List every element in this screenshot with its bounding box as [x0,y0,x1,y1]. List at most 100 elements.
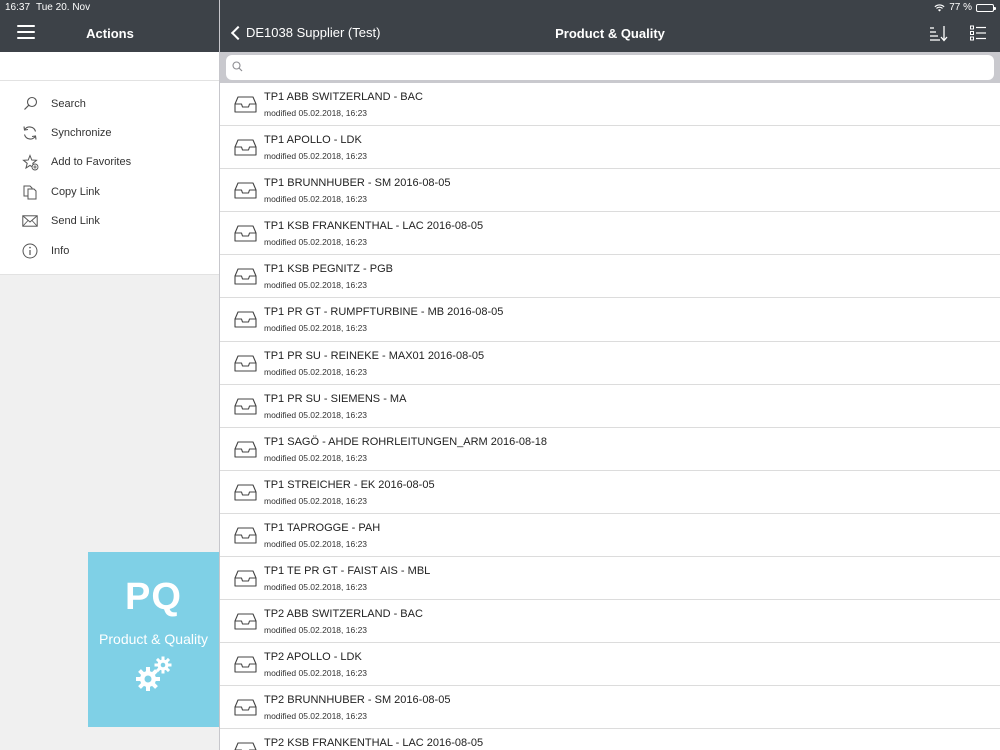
list-view-icon[interactable] [970,25,986,41]
list-item[interactable]: TP1 APOLLO - LDK modified 05.02.2018, 16:… [220,126,1000,170]
list-item-title: TP1 ABB SWITZERLAND - BAC [264,91,423,103]
list-item-modified: modified 05.02.2018, 16:23 [264,409,368,420]
list-item-title: TP1 KSB PEGNITZ - PGB [264,263,393,276]
status-date: Tue 20. Nov [36,2,91,13]
inbox-tray-icon [234,570,257,587]
back-label: DE1038 Supplier (Test) [246,25,381,40]
search-bar [220,52,1000,83]
inbox-tray-icon [234,441,257,458]
list-item[interactable]: TP1 KSB PEGNITZ - PGB modified 05.02.2018… [220,255,1000,299]
list-item[interactable]: TP1 PR SU - REINEKE - MAX01 2016-08-05 mo… [220,341,1000,385]
battery-icon [976,3,996,12]
list-item[interactable]: TP1 KSB FRANKENTHAL - LAC 2016-08-05 modi… [220,212,1000,256]
inbox-tray-icon [234,484,257,501]
sync-icon [21,124,39,142]
inbox-tray-icon [234,139,257,156]
envelope-icon [21,212,39,230]
list-item[interactable]: TP2 APOLLO - LDK modified 05.02.2018, 16:… [220,643,1000,687]
list-item[interactable]: TP1 TE PR GT - FAIST AIS - MBL modified 0… [220,557,1000,601]
sidebar-title: Actions [86,26,134,41]
sort-icon[interactable] [929,24,949,42]
sidebar-item-send-link[interactable]: Send Link [0,207,219,236]
sidebar-item-label: Search [51,97,86,110]
app-logo-name: Product & Quality [99,631,208,647]
list-item[interactable]: TP1 SAGÖ - AHDE ROHRLEITUNGEN_ARM 2016-0… [220,427,1000,471]
sidebar-item-search[interactable]: Search [0,89,219,118]
inbox-tray-icon [234,96,257,113]
list-item-title: TP1 TE PR GT - FAIST AIS - MBL [264,565,431,578]
list-item-modified: modified 05.02.2018, 16:23 [264,668,368,679]
list-item[interactable]: TP1 TAPROGGE - PAH modified 05.02.2018, 1… [220,513,1000,558]
list-item-modified: modified 05.02.2018, 16:23 [264,151,368,162]
split-divider [219,0,220,750]
list-item-modified: modified 05.02.2018, 16:23 [264,237,368,248]
inbox-tray-icon [234,527,257,544]
list-item-modified: modified 05.02.2018, 16:23 [264,495,368,506]
list-item[interactable]: TP1 PR GT - RUMPFTURBINE - MB 2016-08-05… [220,298,1000,342]
list-item[interactable]: TP1 STREICHER - EK 2016-08-05 modified 05… [220,470,1000,514]
sidebar-item-label: Synchronize [51,127,112,140]
list-item-title: TP1 SAGÖ - AHDE ROHRLEITUNGEN_ARM 2016-0… [264,435,548,448]
list-item[interactable]: TP1 PR SU - SIEMENS - MA modified 05.02.2… [220,384,1000,428]
list-item-title: TP2 BRUNNHUBER - SM 2016-08-05 [264,694,451,707]
item-list: TP1 ABB SWITZERLAND - BAC modified 05.02.… [220,83,1000,750]
search-icon [21,95,39,113]
info-icon [21,242,39,260]
gears-icon [88,655,219,698]
inbox-tray-icon [234,398,257,415]
wifi-icon [934,3,945,12]
inbox-tray-icon [234,225,257,242]
list-item-title: TP1 APOLLO - LDK [264,134,362,147]
sidebar-spacer [0,52,219,81]
search-icon [232,61,243,72]
list-item-title: TP2 ABB SWITZERLAND - BAC [264,608,423,621]
list-item[interactable]: TP1 ABB SWITZERLAND - BAC modified 05.02.… [220,83,1000,127]
list-item-title: TP1 BRUNNHUBER - SM 2016-08-05 [264,177,451,190]
list-item-title: TP1 TAPROGGE - PAH [264,521,381,534]
list-item-title: TP1 KSB FRANKENTHAL - LAC 2016-08-05 [264,220,484,233]
sidebar-item-synchronize[interactable]: Synchronize [0,118,219,147]
sidebar-item-label: Copy Link [51,185,100,198]
sidebar-item-copy-link[interactable]: Copy Link [0,177,219,206]
list-item-modified: modified 05.02.2018, 16:23 [264,452,368,463]
status-indicators: 77 % [934,2,996,13]
list-item-title: TP1 PR SU - REINEKE - MAX01 2016-08-05 [264,349,485,362]
list-item-modified: modified 05.02.2018, 16:23 [264,108,368,118]
inbox-tray-icon [234,311,257,329]
copy-icon [21,183,39,201]
inbox-tray-icon [234,699,257,716]
list-item-title: TP2 KSB FRANKENTHAL - LAC 2016-08-05 [264,737,484,750]
list-item-modified: modified 05.02.2018, 16:23 [264,194,368,205]
page-title: Product & Quality [555,26,665,41]
actions-menu: Search Synchronize Add to Favorites Copy… [0,81,219,275]
list-item[interactable]: TP1 BRUNNHUBER - SM 2016-08-05 modified 0… [220,169,1000,213]
list-item[interactable]: TP2 ABB SWITZERLAND - BAC modified 05.02.… [220,600,1000,644]
sidebar-item-label: Add to Favorites [51,156,132,169]
inbox-tray-icon [234,742,257,750]
sidebar-item-label: Info [51,244,70,257]
sidebar-item-add-to-favorites[interactable]: Add to Favorites [0,148,219,177]
list-item-modified: modified 05.02.2018, 16:23 [264,280,368,291]
status-time: 16:37 [5,2,31,13]
list-item[interactable]: TP2 KSB FRANKENTHAL - LAC 2016-08-05 [220,729,1000,750]
top-bar: 16:37 Tue 20. Nov 77 % Actions DE1038 Su… [0,0,1000,52]
sidebar-item-info[interactable]: Info [0,236,219,265]
list-item-modified: modified 05.02.2018, 16:23 [264,711,368,722]
inbox-tray-icon [234,355,257,372]
list-item-title: TP2 APOLLO - LDK [264,651,362,664]
inbox-tray-icon [234,268,257,285]
battery-percent: 77 % [949,2,972,13]
inbox-tray-icon [234,656,257,673]
inbox-tray-icon [234,613,257,630]
sidebar: Search Synchronize Add to Favorites Copy… [0,52,219,750]
hamburger-menu-icon[interactable] [17,25,35,41]
back-button[interactable]: DE1038 Supplier (Test) [229,25,380,40]
search-field[interactable] [226,55,994,80]
list-item-modified: modified 05.02.2018, 16:23 [264,366,368,377]
list-item-title: TP1 PR SU - SIEMENS - MA [264,392,407,405]
list-item-modified: modified 05.02.2018, 16:23 [264,625,368,636]
list-item[interactable]: TP2 BRUNNHUBER - SM 2016-08-05 modified 0… [220,686,1000,730]
search-input[interactable] [226,55,994,80]
chevron-left-icon [230,25,246,40]
inbox-tray-icon [234,182,257,199]
